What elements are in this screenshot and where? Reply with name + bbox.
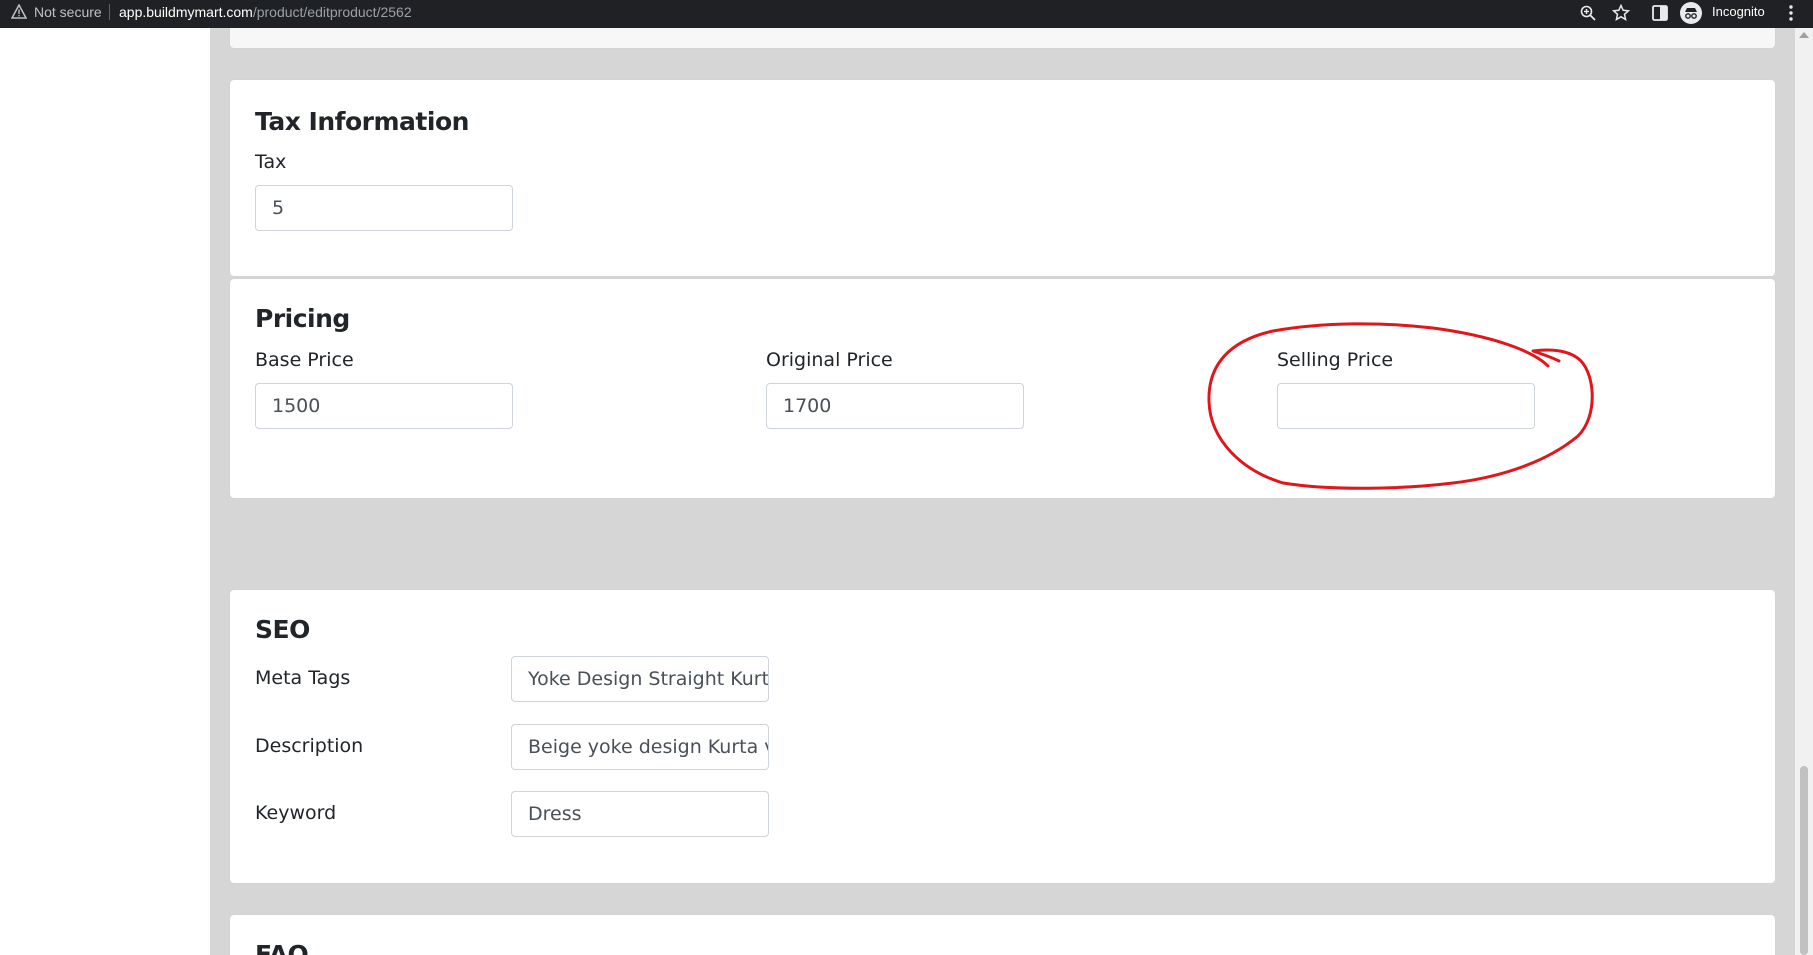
- keyword-label: Keyword: [255, 802, 337, 824]
- left-sidebar: [0, 28, 210, 955]
- selling-price-input[interactable]: [1277, 383, 1535, 429]
- original-price-label: Original Price: [766, 349, 893, 371]
- menu-icon[interactable]: [1786, 4, 1796, 22]
- description-input[interactable]: Beige yoke design Kurta v: [511, 724, 769, 770]
- tax-section-title: Tax Information: [255, 107, 469, 136]
- tax-label: Tax: [255, 151, 287, 173]
- keyword-input[interactable]: Dress: [511, 791, 769, 837]
- tax-input[interactable]: 5: [255, 185, 513, 231]
- address-divider: [109, 4, 110, 20]
- page-content: Tax Information Tax 5 Pricing Base Price…: [210, 28, 1795, 955]
- faq-card: FAQ: [230, 915, 1775, 955]
- page-scrollbar[interactable]: [1795, 28, 1813, 955]
- incognito-icon[interactable]: [1680, 2, 1702, 24]
- pricing-card: Pricing Base Price 1500 Original Price 1…: [230, 279, 1775, 498]
- description-label: Description: [255, 735, 364, 757]
- meta-tags-input[interactable]: Yoke Design Straight Kurta: [511, 656, 769, 702]
- url-path: /product/editproduct/2562: [252, 4, 412, 20]
- tax-information-card: Tax Information Tax 5: [230, 80, 1775, 276]
- selling-price-label: Selling Price: [1277, 349, 1394, 371]
- base-price-input[interactable]: 1500: [255, 383, 513, 429]
- url-field[interactable]: app.buildmymart.com/product/editproduct/…: [119, 4, 412, 20]
- scrollbar-thumb[interactable]: [1800, 766, 1808, 955]
- sidepanel-icon[interactable]: [1651, 4, 1669, 22]
- previous-section-card: [230, 28, 1775, 48]
- warning-icon: [11, 4, 27, 19]
- original-price-input[interactable]: 1700: [766, 383, 1024, 429]
- zoom-icon[interactable]: [1579, 4, 1597, 22]
- security-status[interactable]: Not secure: [34, 4, 102, 20]
- faq-section-title: FAQ: [255, 940, 309, 955]
- seo-card: SEO Meta Tags Yoke Design Straight Kurta…: [230, 590, 1775, 883]
- scroll-up-arrow-icon[interactable]: [1799, 32, 1809, 38]
- seo-section-title: SEO: [255, 615, 310, 644]
- url-host: app.buildmymart.com: [119, 4, 253, 20]
- meta-tags-label: Meta Tags: [255, 667, 351, 689]
- star-icon[interactable]: [1612, 4, 1630, 22]
- incognito-label[interactable]: Incognito: [1712, 4, 1765, 19]
- pricing-section-title: Pricing: [255, 304, 350, 333]
- browser-address-bar: Not secure app.buildmymart.com/product/e…: [0, 0, 1813, 28]
- base-price-label: Base Price: [255, 349, 354, 371]
